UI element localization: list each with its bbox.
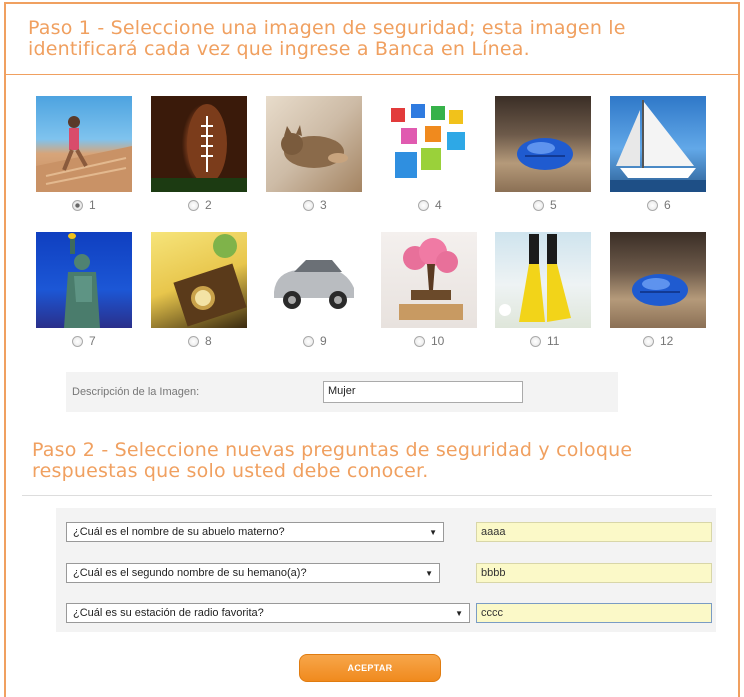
image-radio-4[interactable] — [418, 199, 429, 211]
image-radio-12[interactable] — [643, 335, 654, 347]
image-option-5[interactable]: 5 — [533, 198, 557, 212]
image-option-12[interactable]: 12 — [643, 334, 673, 348]
image-radio-6[interactable] — [647, 199, 658, 211]
image-number-8: 8 — [205, 334, 212, 348]
image-tile-7[interactable] — [36, 232, 132, 328]
flippers-image — [499, 234, 571, 322]
image-radio-8[interactable] — [188, 335, 199, 347]
sailboat-image — [610, 100, 706, 192]
image-tile-8[interactable] — [151, 232, 247, 328]
image-radio-10[interactable] — [414, 335, 425, 347]
blue-shell-image — [632, 274, 688, 306]
step2-divider — [22, 495, 712, 496]
image-number-11: 11 — [547, 334, 560, 348]
runner-stairs-image — [36, 116, 132, 192]
image-number-6: 6 — [664, 198, 671, 212]
image-number-9: 9 — [320, 334, 327, 348]
image-option-9[interactable]: 9 — [303, 334, 327, 348]
blue-shell-image — [517, 138, 573, 170]
image-option-11[interactable]: 11 — [530, 334, 559, 348]
question-select-1[interactable]: ¿Cuál es el nombre de su abuelo materno?… — [66, 522, 444, 542]
image-number-7: 7 — [89, 334, 96, 348]
step1-title: Paso 1 - Seleccione una imagen de seguri… — [28, 17, 626, 60]
cat-image — [281, 125, 348, 168]
image-number-3: 3 — [320, 198, 327, 212]
image-option-6[interactable]: 6 — [647, 198, 671, 212]
image-number-1: 1 — [89, 198, 96, 212]
dropdown-caret-icon: ▼ — [429, 527, 437, 537]
image-radio-11[interactable] — [530, 335, 541, 347]
car-image — [274, 260, 354, 309]
bonsai-tree-image — [399, 238, 463, 320]
answer-field-2[interactable]: bbbb — [476, 563, 712, 583]
question-select-1-value: ¿Cuál es el nombre de su abuelo materno? — [73, 526, 285, 538]
image-number-2: 2 — [205, 198, 212, 212]
image-tile-2[interactable] — [151, 96, 247, 192]
image-number-4: 4 — [435, 198, 442, 212]
image-radio-2[interactable] — [188, 199, 199, 211]
image-tile-1[interactable] — [36, 96, 132, 192]
image-tile-11[interactable] — [495, 232, 591, 328]
image-number-10: 10 — [431, 334, 445, 348]
image-option-8[interactable]: 8 — [188, 334, 212, 348]
image-tile-9[interactable] — [266, 232, 362, 328]
image-description-label: Descripción de la Imagen: — [72, 386, 200, 398]
image-option-3[interactable]: 3 — [303, 198, 327, 212]
image-number-5: 5 — [550, 198, 557, 212]
image-option-1[interactable]: 1 — [72, 198, 96, 212]
question-select-3-value: ¿Cuál es su estación de radio favorita? — [73, 607, 264, 619]
colored-cubes-image — [391, 104, 465, 178]
image-radio-9[interactable] — [303, 335, 314, 347]
image-option-7[interactable]: 7 — [72, 334, 96, 348]
image-number-12: 12 — [660, 334, 674, 348]
step1-divider — [6, 74, 738, 75]
image-tile-10[interactable] — [381, 232, 477, 328]
image-tile-4[interactable] — [381, 96, 477, 192]
dropdown-caret-icon: ▼ — [455, 608, 463, 618]
image-option-4[interactable]: 4 — [418, 198, 442, 212]
question-select-2[interactable]: ¿Cuál es el segundo nombre de su hemano(… — [66, 563, 440, 583]
image-description-input[interactable]: Mujer — [323, 381, 523, 403]
image-tile-6[interactable] — [610, 96, 706, 192]
image-tile-3[interactable] — [266, 96, 362, 192]
image-tile-5[interactable] — [495, 96, 591, 192]
image-radio-1[interactable] — [72, 199, 83, 211]
question-select-3[interactable]: ¿Cuál es su estación de radio favorita? … — [66, 603, 470, 623]
step2-title: Paso 2 - Seleccione nuevas preguntas de … — [32, 439, 633, 482]
image-radio-7[interactable] — [72, 335, 83, 347]
question-select-2-value: ¿Cuál es el segundo nombre de su hemano(… — [73, 567, 307, 579]
dropdown-caret-icon: ▼ — [425, 568, 433, 578]
image-radio-3[interactable] — [303, 199, 314, 211]
statue-of-liberty-image — [64, 233, 100, 328]
answer-field-3[interactable]: cccc — [476, 603, 712, 623]
answer-field-1[interactable]: aaaa — [476, 522, 712, 542]
image-option-10[interactable]: 10 — [414, 334, 444, 348]
image-radio-5[interactable] — [533, 199, 544, 211]
image-tile-12[interactable] — [610, 232, 706, 328]
image-option-2[interactable]: 2 — [188, 198, 212, 212]
accept-button[interactable]: ACEPTAR — [299, 654, 441, 682]
pocket-watch-image — [173, 234, 247, 327]
football-image — [151, 104, 247, 192]
